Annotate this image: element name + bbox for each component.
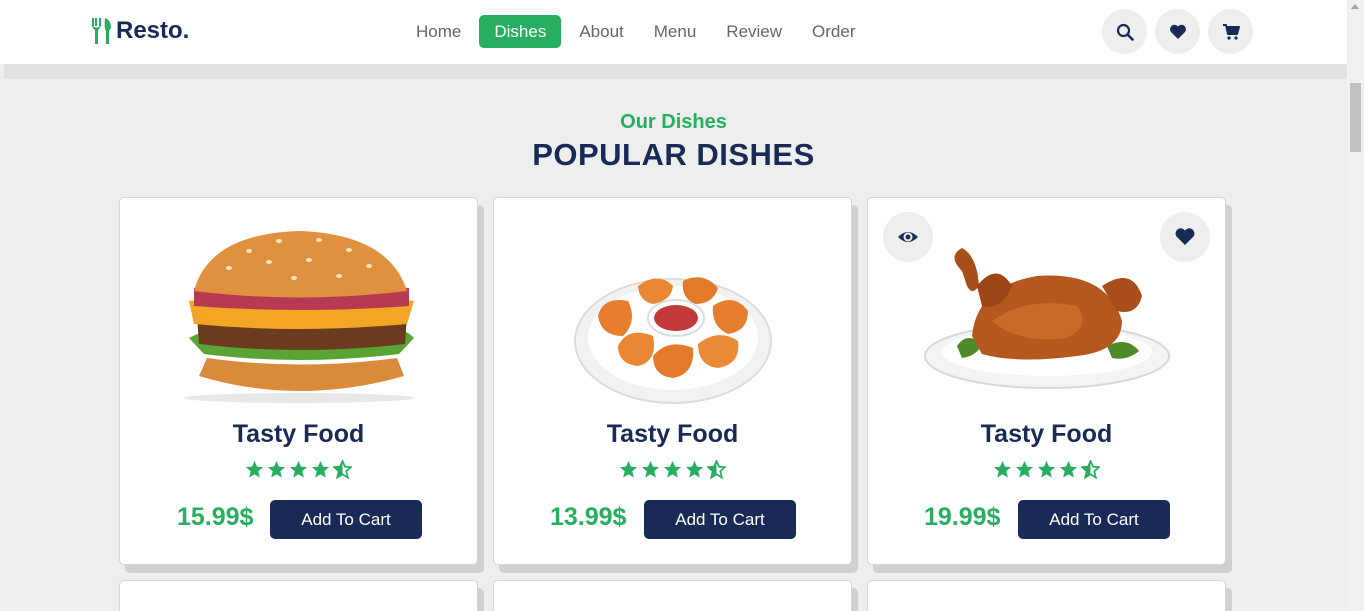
burger-image xyxy=(183,231,414,403)
dish-title: Tasty Food xyxy=(980,420,1113,448)
scrollbar-thumb[interactable] xyxy=(1350,83,1361,152)
dish-card: Tasty Food 19.99$ Add To Cart xyxy=(867,197,1226,565)
dish-title: Tasty Food xyxy=(606,420,739,448)
add-to-cart-button[interactable]: Add To Cart xyxy=(644,500,796,539)
star-icon xyxy=(1059,460,1078,478)
star-half-icon xyxy=(1081,460,1100,479)
star-icon xyxy=(1015,460,1034,478)
star-icon xyxy=(993,460,1012,478)
section-subheading: Our Dishes xyxy=(620,111,727,133)
cart-icon xyxy=(1222,23,1240,40)
nav-menu[interactable]: Menu xyxy=(642,15,709,48)
dish-title: Tasty Food xyxy=(232,420,365,448)
dish-card: Tasty Food 13.99$ Add To Cart xyxy=(493,197,852,565)
chicken-nuggets-image xyxy=(573,277,772,404)
star-icon xyxy=(685,460,704,478)
star-half-icon xyxy=(333,460,352,479)
wishlist-button[interactable] xyxy=(1155,9,1200,54)
nav-review[interactable]: Review xyxy=(714,15,794,48)
logo-text: Resto. xyxy=(116,17,190,44)
site-header: Resto. Home Dishes About Menu Review Ord… xyxy=(0,0,1347,64)
add-to-cart-button[interactable]: Add To Cart xyxy=(1018,500,1170,539)
logo[interactable]: Resto. xyxy=(92,17,189,45)
dish-card xyxy=(493,580,852,611)
nav-about[interactable]: About xyxy=(567,15,635,48)
heart-icon xyxy=(1175,228,1195,245)
dish-price: 19.99$ xyxy=(924,503,1001,531)
star-icon xyxy=(663,460,682,478)
star-icon xyxy=(311,460,330,478)
nav-dishes[interactable]: Dishes xyxy=(479,15,562,48)
cart-button[interactable] xyxy=(1208,9,1253,54)
star-icon xyxy=(289,460,308,478)
dish-card xyxy=(867,580,1226,611)
section-heading: POPULAR DISHES xyxy=(532,137,815,172)
scroll-up-arrow[interactable] xyxy=(1351,4,1359,9)
star-icon xyxy=(619,460,638,478)
star-half-icon xyxy=(707,460,726,479)
utensils-icon xyxy=(92,18,111,44)
star-icon xyxy=(1037,460,1056,478)
header-divider xyxy=(4,64,1347,79)
rating-stars xyxy=(868,460,1225,479)
star-icon xyxy=(267,460,286,478)
rating-stars xyxy=(494,460,851,479)
dish-card: Tasty Food 15.99$ Add To Cart xyxy=(119,197,478,565)
dish-card xyxy=(119,580,478,611)
search-button[interactable] xyxy=(1102,9,1147,54)
nav-order[interactable]: Order xyxy=(800,15,867,48)
heart-icon xyxy=(1169,24,1186,39)
main-nav: Home Dishes About Menu Review Order xyxy=(404,15,874,48)
dish-price: 15.99$ xyxy=(177,503,254,531)
header-icons xyxy=(1102,9,1261,54)
add-to-cart-button[interactable]: Add To Cart xyxy=(270,500,422,539)
dish-price: 13.99$ xyxy=(550,503,627,531)
rating-stars xyxy=(120,460,477,479)
star-icon xyxy=(245,460,264,478)
search-icon xyxy=(1116,23,1134,41)
roast-chicken-image xyxy=(923,248,1170,389)
nav-home[interactable]: Home xyxy=(404,15,473,48)
star-icon xyxy=(641,460,660,478)
page-scrollbar[interactable] xyxy=(1347,0,1364,611)
